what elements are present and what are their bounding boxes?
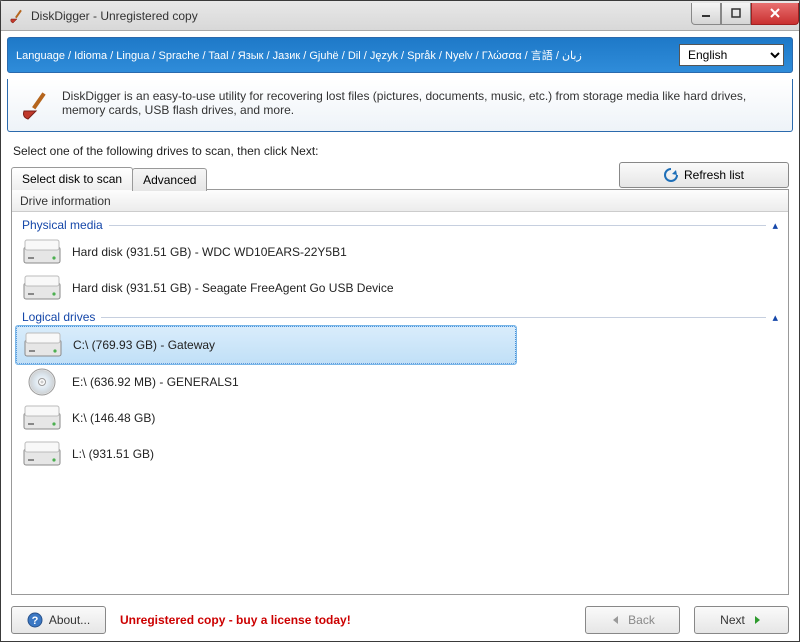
- group-physical-header[interactable]: Physical media ▴: [16, 214, 784, 234]
- column-header[interactable]: Drive information: [12, 190, 788, 212]
- bottom-bar: About... Unregistered copy - buy a licen…: [1, 599, 799, 641]
- hard-disk-icon: [22, 273, 62, 303]
- refresh-button-label: Refresh list: [684, 168, 744, 182]
- drive-list[interactable]: Physical media ▴ Hard disk (931.51 GB) -…: [12, 212, 788, 594]
- info-icon: [27, 612, 43, 628]
- close-button[interactable]: [751, 3, 799, 25]
- maximize-button[interactable]: [721, 3, 751, 25]
- minimize-button[interactable]: [691, 3, 721, 25]
- language-labels: Language / Idioma / Lingua / Sprache / T…: [16, 47, 671, 63]
- window-buttons: [691, 3, 799, 25]
- drive-row[interactable]: C:\ (769.93 GB) - Gateway: [16, 326, 516, 364]
- language-bar: Language / Idioma / Lingua / Sprache / T…: [7, 37, 793, 73]
- about-button-label: About...: [49, 613, 90, 627]
- close-icon: [769, 7, 781, 19]
- tab-row: Select disk to scan Advanced Refresh lis…: [11, 164, 789, 190]
- about-button[interactable]: About...: [11, 606, 106, 634]
- next-button-label: Next: [720, 613, 745, 627]
- drive-label: K:\ (146.48 GB): [72, 411, 155, 425]
- arrow-right-icon: [751, 614, 763, 626]
- group-logical-label: Logical drives: [22, 310, 95, 324]
- next-button[interactable]: Next: [694, 606, 789, 634]
- main-content: Select one of the following drives to sc…: [1, 138, 799, 599]
- language-select[interactable]: English: [679, 44, 784, 66]
- hard-disk-icon: [23, 330, 63, 360]
- drive-label: Hard disk (931.51 GB) - Seagate FreeAgen…: [72, 281, 394, 295]
- group-physical-label: Physical media: [22, 218, 103, 232]
- drive-panel: Drive information Physical media ▴ Hard …: [11, 189, 789, 595]
- group-logical-header[interactable]: Logical drives ▴: [16, 306, 784, 326]
- shovel-icon: [20, 89, 52, 121]
- back-button[interactable]: Back: [585, 606, 680, 634]
- disc-icon: [22, 367, 62, 397]
- drive-row[interactable]: L:\ (931.51 GB): [16, 436, 784, 472]
- drive-row[interactable]: Hard disk (931.51 GB) - Seagate FreeAgen…: [16, 270, 784, 306]
- description-text: DiskDigger is an easy-to-use utility for…: [62, 89, 780, 121]
- hard-disk-icon: [22, 439, 62, 469]
- app-icon: [9, 8, 25, 24]
- refresh-button[interactable]: Refresh list: [619, 162, 789, 188]
- drive-row[interactable]: K:\ (146.48 GB): [16, 400, 784, 436]
- app-window: DiskDigger - Unregistered copy Language …: [0, 0, 800, 642]
- drive-label: C:\ (769.93 GB) - Gateway: [73, 338, 215, 352]
- drive-row[interactable]: E:\ (636.92 MB) - GENERALS1: [16, 364, 784, 400]
- unregistered-notice[interactable]: Unregistered copy - buy a license today!: [120, 613, 571, 627]
- instruction-text: Select one of the following drives to sc…: [13, 144, 787, 158]
- chevron-up-icon: ▴: [772, 311, 778, 324]
- maximize-icon: [731, 8, 741, 18]
- description-panel: DiskDigger is an easy-to-use utility for…: [7, 79, 793, 132]
- window-title: DiskDigger - Unregistered copy: [31, 9, 691, 23]
- hard-disk-icon: [22, 237, 62, 267]
- chevron-up-icon: ▴: [772, 219, 778, 232]
- drive-label: L:\ (931.51 GB): [72, 447, 154, 461]
- tab-select-disk[interactable]: Select disk to scan: [11, 167, 133, 190]
- hard-disk-icon: [22, 403, 62, 433]
- drive-row[interactable]: Hard disk (931.51 GB) - WDC WD10EARS-22Y…: [16, 234, 784, 270]
- arrow-left-icon: [610, 614, 622, 626]
- title-bar: DiskDigger - Unregistered copy: [1, 1, 799, 31]
- drive-label: E:\ (636.92 MB) - GENERALS1: [72, 375, 239, 389]
- tab-advanced[interactable]: Advanced: [132, 168, 207, 191]
- back-button-label: Back: [628, 613, 655, 627]
- minimize-icon: [701, 8, 711, 18]
- drive-label: Hard disk (931.51 GB) - WDC WD10EARS-22Y…: [72, 245, 347, 259]
- refresh-icon: [664, 168, 678, 182]
